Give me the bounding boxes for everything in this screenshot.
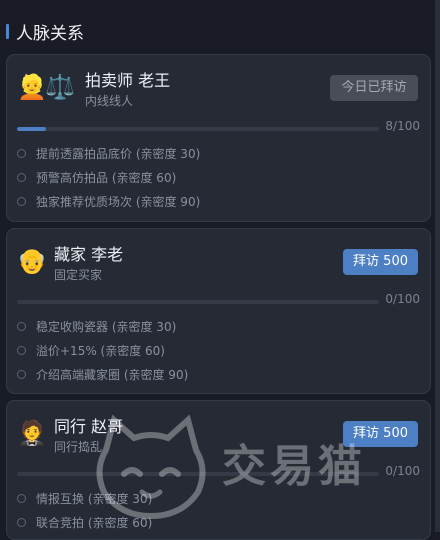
intimacy-count: 8/100 [385, 119, 420, 133]
perk-label: 情报互换 (亲密度 30) [36, 491, 153, 506]
scrollbar[interactable] [435, 0, 440, 532]
visit-button[interactable]: 拜访 500 [343, 249, 418, 275]
scales-icon: ⚖️ [45, 73, 75, 101]
contact-name: 同行 赵哥 [54, 417, 124, 436]
perk-label: 介绍高端藏家圈 (亲密度 90) [36, 367, 189, 382]
perk-status-icon [17, 517, 26, 527]
intimacy-count: 0/100 [385, 292, 420, 306]
section-header: 人脉关系 [0, 0, 440, 52]
perk-status-icon [17, 493, 26, 503]
section-title: 人脉关系 [16, 24, 84, 44]
perk-label: 联合竞拍 (亲密度 60) [36, 515, 153, 530]
perk-label: 稳定收购瓷器 (亲密度 30) [36, 319, 177, 334]
contact-card-peer: 🤵 同行 赵哥 同行捣乱 拜访 500 0/100 情报互换 (亲密度 30) … [6, 400, 431, 540]
contact-name: 拍卖师 老王 [85, 71, 171, 90]
perk-item: 溢价+15% (亲密度 60) [17, 341, 165, 359]
visit-button[interactable]: 今日已拜访 [330, 75, 418, 101]
perk-label: 提前透露拍品底价 (亲密度 30) [36, 146, 201, 161]
perk-label: 独家推荐优质场次 (亲密度 90) [36, 194, 201, 209]
perk-status-icon [17, 196, 26, 206]
intimacy-progress-bar [17, 127, 379, 131]
intimacy-progress-fill [17, 127, 46, 131]
perk-status-icon [17, 321, 26, 331]
avatar-icon: 👴 [17, 247, 47, 275]
contact-role: 固定买家 [54, 268, 103, 282]
perk-status-icon [17, 345, 26, 355]
contact-role: 内线线人 [85, 94, 134, 108]
contact-role: 同行捣乱 [54, 440, 103, 454]
title-accent-bar [6, 24, 9, 39]
avatar-icon: 🤵 [17, 419, 47, 447]
perk-item: 稳定收购瓷器 (亲密度 30) [17, 317, 176, 335]
perk-label: 溢价+15% (亲密度 60) [36, 343, 165, 358]
perk-item: 预警高仿拍品 (亲密度 60) [17, 168, 176, 186]
perk-item: 联合竞拍 (亲密度 60) [17, 513, 152, 531]
contact-card-auctioneer: 👱 ⚖️ 拍卖师 老王 内线线人 今日已拜访 8/100 提前透露拍品底价 (亲… [6, 54, 431, 222]
perk-status-icon [17, 148, 26, 158]
avatar-icon: 👱 [17, 73, 47, 101]
perk-status-icon [17, 369, 26, 379]
contact-name: 藏家 李老 [54, 245, 124, 264]
perk-status-icon [17, 172, 26, 182]
intimacy-progress-bar [17, 300, 379, 304]
perk-item: 情报互换 (亲密度 30) [17, 489, 152, 507]
intimacy-progress-bar [17, 472, 379, 476]
intimacy-count: 0/100 [385, 464, 420, 478]
contact-card-collector: 👴 藏家 李老 固定买家 拜访 500 0/100 稳定收购瓷器 (亲密度 30… [6, 228, 431, 394]
perk-item: 提前透露拍品底价 (亲密度 30) [17, 144, 200, 162]
visit-button[interactable]: 拜访 500 [343, 421, 418, 447]
perk-label: 预警高仿拍品 (亲密度 60) [36, 170, 177, 185]
perk-item: 独家推荐优质场次 (亲密度 90) [17, 192, 200, 210]
perk-item: 介绍高端藏家圈 (亲密度 90) [17, 365, 188, 383]
